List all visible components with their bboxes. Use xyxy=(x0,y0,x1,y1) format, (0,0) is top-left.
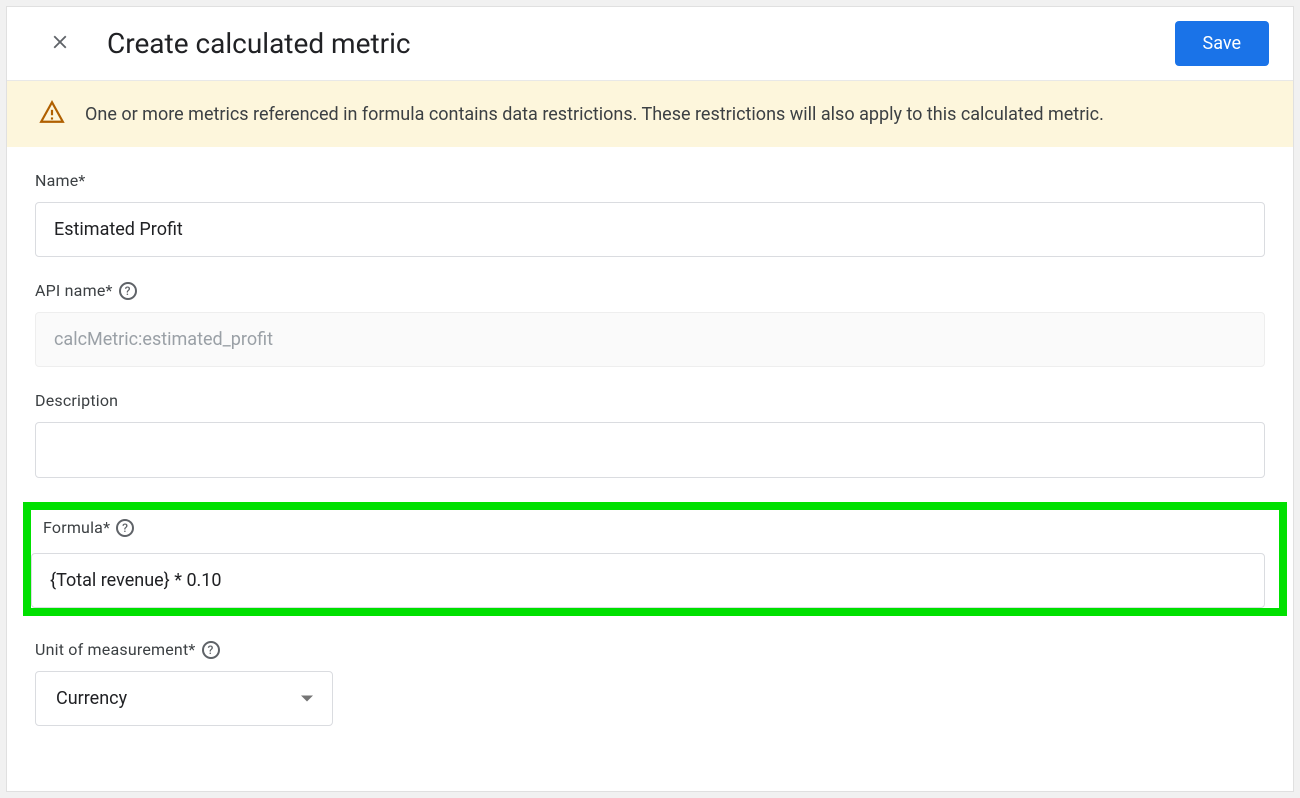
formula-field-group: Formula* ? xyxy=(35,502,1265,616)
warning-text: One or more metrics referenced in formul… xyxy=(85,104,1104,125)
panel-header: Create calculated metric Save xyxy=(7,7,1293,81)
help-icon[interactable]: ? xyxy=(116,519,134,537)
description-field-group: Description xyxy=(35,391,1265,478)
unit-label: Unit of measurement* xyxy=(35,640,196,659)
close-icon xyxy=(49,31,71,56)
help-icon[interactable]: ? xyxy=(119,282,137,300)
formula-label-row: Formula* ? xyxy=(43,518,1265,537)
help-icon[interactable]: ? xyxy=(202,641,220,659)
form-body: Name* API name* ? Description Formula* ? xyxy=(7,147,1293,774)
api-name-input xyxy=(35,312,1265,367)
api-name-label-row: API name* ? xyxy=(35,281,1265,300)
create-metric-panel: Create calculated metric Save One or mor… xyxy=(6,6,1294,792)
page-title: Create calculated metric xyxy=(107,27,1175,60)
unit-label-row: Unit of measurement* ? xyxy=(35,640,1265,659)
formula-input[interactable] xyxy=(31,553,1265,608)
warning-icon xyxy=(39,99,65,129)
warning-banner: One or more metrics referenced in formul… xyxy=(7,81,1293,147)
name-label: Name* xyxy=(35,171,1265,190)
api-name-label: API name* xyxy=(35,281,113,300)
close-button[interactable] xyxy=(43,25,77,62)
name-input[interactable] xyxy=(35,202,1265,257)
name-field-group: Name* xyxy=(35,171,1265,257)
unit-select-wrap: Currency xyxy=(35,671,333,726)
formula-label: Formula* xyxy=(43,518,110,537)
unit-select[interactable]: Currency xyxy=(35,671,333,726)
api-name-field-group: API name* ? xyxy=(35,281,1265,367)
description-input[interactable] xyxy=(35,422,1265,478)
description-label: Description xyxy=(35,391,1265,410)
unit-field-group: Unit of measurement* ? Currency xyxy=(35,640,1265,726)
save-button[interactable]: Save xyxy=(1175,21,1270,66)
formula-highlight-box: Formula* ? xyxy=(23,502,1287,616)
